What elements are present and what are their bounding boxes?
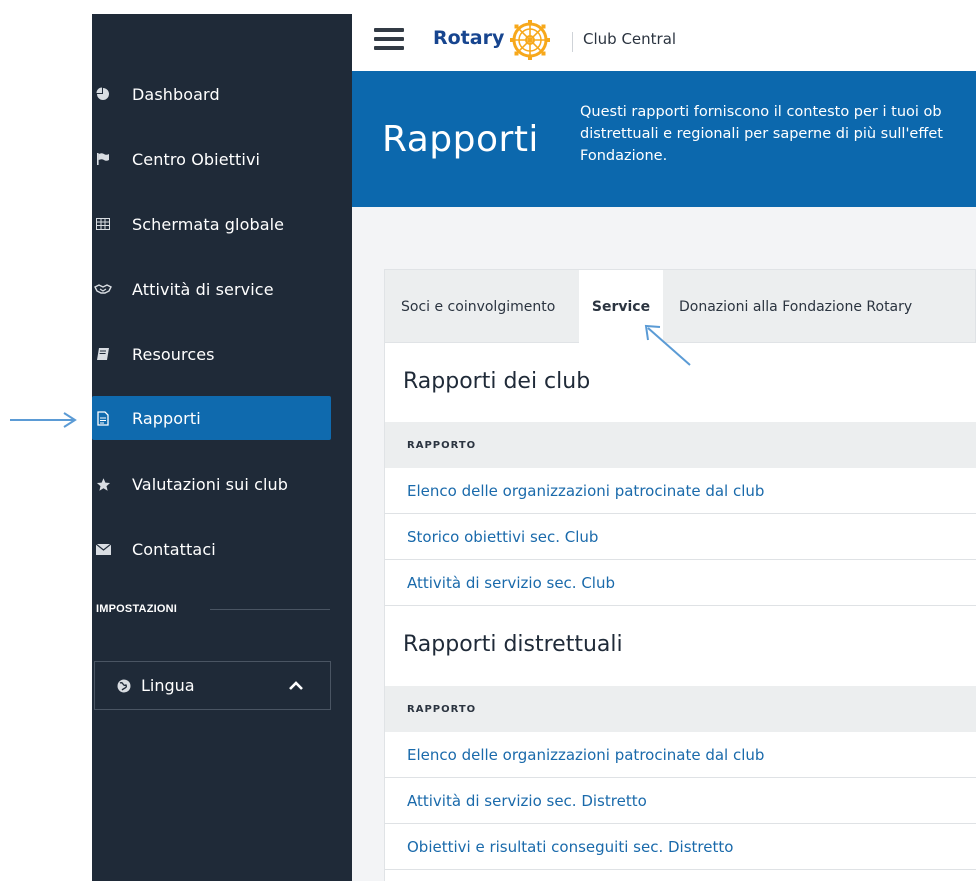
annotation-arrow-diagonal (644, 324, 691, 366)
book-icon (94, 347, 112, 361)
hamburger-menu-icon[interactable] (374, 28, 404, 52)
sidebar: Dashboard Centro Obiettivi Schermata glo… (92, 14, 352, 881)
sidebar-item-schermata-globale[interactable]: Schermata globale (92, 202, 331, 246)
language-selector[interactable]: Lingua (94, 661, 331, 710)
language-label: Lingua (141, 676, 195, 695)
column-header: RAPPORTO (385, 422, 976, 468)
tab-soci-e-coinvolgimento[interactable]: Soci e coinvolgimento (401, 270, 555, 344)
page-description: Questi rapporti forniscono il contesto p… (580, 101, 976, 167)
document-icon (94, 410, 112, 426)
product-name: Club Central (583, 30, 677, 48)
sidebar-item-valutazioni[interactable]: Valutazioni sui club (92, 462, 331, 506)
sidebar-item-centro-obiettivi[interactable]: Centro Obiettivi (92, 137, 331, 181)
report-link[interactable]: Attività di servizio sec. Distretto (385, 778, 976, 824)
envelope-icon (94, 543, 112, 555)
report-link[interactable]: Attività di servizio sec. Club (385, 560, 976, 606)
section-title-district: Rapporti distrettuali (403, 632, 623, 657)
description-line: Questi rapporti forniscono il contesto p… (580, 104, 942, 120)
sidebar-item-label: Contattaci (132, 539, 216, 559)
page-banner: Rapporti Questi rapporti forniscono il c… (352, 71, 976, 207)
brand-name[interactable]: Rotary (433, 27, 504, 49)
sidebar-item-label: Valutazioni sui club (132, 474, 289, 494)
page-title: Rapporti (382, 119, 539, 160)
sidebar-item-label: Schermata globale (132, 214, 285, 234)
report-link[interactable]: Elenco delle organizzazioni patrocinate … (385, 468, 976, 514)
sidebar-item-attivita-di-service[interactable]: Attività di service (92, 267, 331, 311)
sidebar-item-label: Resources (132, 344, 215, 364)
report-link[interactable]: Elenco delle organizzazioni patrocinate … (385, 732, 976, 778)
main-content: Soci e coinvolgimento Service Donazioni … (352, 207, 976, 881)
reports-panel: Rapporti dei club RAPPORTO Elenco delle … (384, 343, 976, 881)
star-icon (94, 477, 112, 492)
column-header: RAPPORTO (385, 686, 976, 732)
description-line: distrettuali e regionali per saperne di … (580, 126, 943, 142)
section-title-club: Rapporti dei club (403, 369, 591, 394)
globe-icon (117, 679, 131, 693)
table-icon (94, 218, 112, 230)
sidebar-item-label: Attività di service (132, 279, 274, 299)
sidebar-item-dashboard[interactable]: Dashboard (92, 72, 331, 116)
tab-donazioni-fondazione-rotary[interactable]: Donazioni alla Fondazione Rotary (679, 270, 912, 344)
sidebar-item-label: Rapporti (132, 408, 201, 428)
top-bar: Rotary Club Central (352, 14, 976, 71)
rotary-wheel-logo (510, 20, 550, 60)
pie-chart-icon (94, 87, 112, 101)
header-divider (572, 32, 573, 52)
tab-label: Soci e coinvolgimento (401, 299, 556, 315)
report-link[interactable]: Storico obiettivi sec. Club (385, 514, 976, 560)
flag-icon (94, 152, 112, 166)
report-link[interactable]: Obiettivi e risultati conseguiti sec. Di… (385, 824, 976, 870)
description-line: Fondazione. (580, 148, 668, 164)
screen: Dashboard Centro Obiettivi Schermata glo… (0, 0, 976, 881)
sidebar-item-resources[interactable]: Resources (92, 332, 331, 376)
sidebar-item-label: Dashboard (132, 84, 220, 104)
sidebar-item-contattaci[interactable]: Contattaci (92, 527, 331, 571)
handshake-icon (94, 283, 112, 295)
sidebar-item-label: Centro Obiettivi (132, 149, 261, 169)
chevron-up-icon (288, 680, 304, 691)
sidebar-item-rapporti[interactable]: Rapporti (92, 396, 331, 440)
annotation-arrow-left (10, 412, 77, 428)
settings-heading: IMPOSTAZIONI (96, 603, 178, 615)
tab-label: Service (591, 299, 651, 315)
settings-divider (210, 609, 330, 610)
tab-label: Donazioni alla Fondazione Rotary (679, 299, 913, 315)
